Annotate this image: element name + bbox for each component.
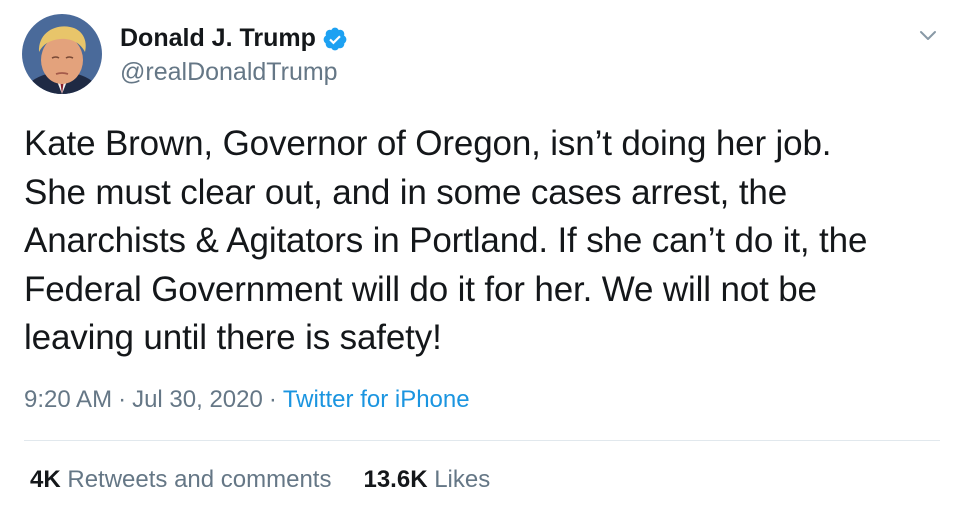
likes-label: Likes [434, 466, 491, 493]
engagement-stats: 4K Retweets and comments 13.6K Likes [30, 466, 490, 494]
tweet-time[interactable]: 9:20 AM [24, 386, 112, 413]
avatar[interactable] [22, 14, 102, 94]
tweet-card: Donald J. Trump @realDonaldTrump Kate Br… [0, 0, 960, 517]
meta-separator: · [118, 386, 127, 413]
tweet-source-link[interactable]: Twitter for iPhone [283, 386, 470, 413]
verified-badge-icon [323, 27, 347, 50]
author-handle[interactable]: @realDonaldTrump [120, 58, 338, 87]
likes-count: 13.6K [363, 466, 428, 493]
divider [24, 440, 940, 441]
tweet-text: Kate Brown, Governor of Oregon, isn’t do… [24, 124, 868, 357]
meta-separator: · [268, 386, 277, 413]
author-display-name[interactable]: Donald J. Trump [120, 24, 348, 53]
retweets-label: Retweets and comments [67, 466, 332, 493]
tweet-metadata: 9:20 AM · Jul 30, 2020 · Twitter for iPhone [24, 386, 470, 414]
avatar-image [22, 14, 102, 94]
retweets-stat[interactable]: 4K Retweets and comments [30, 466, 331, 494]
author-name-text: Donald J. Trump [120, 24, 316, 52]
likes-stat[interactable]: 13.6K Likes [363, 466, 490, 494]
tweet-date[interactable]: Jul 30, 2020 [132, 386, 263, 413]
chevron-down-icon[interactable] [912, 24, 944, 48]
retweets-count: 4K [30, 466, 61, 493]
